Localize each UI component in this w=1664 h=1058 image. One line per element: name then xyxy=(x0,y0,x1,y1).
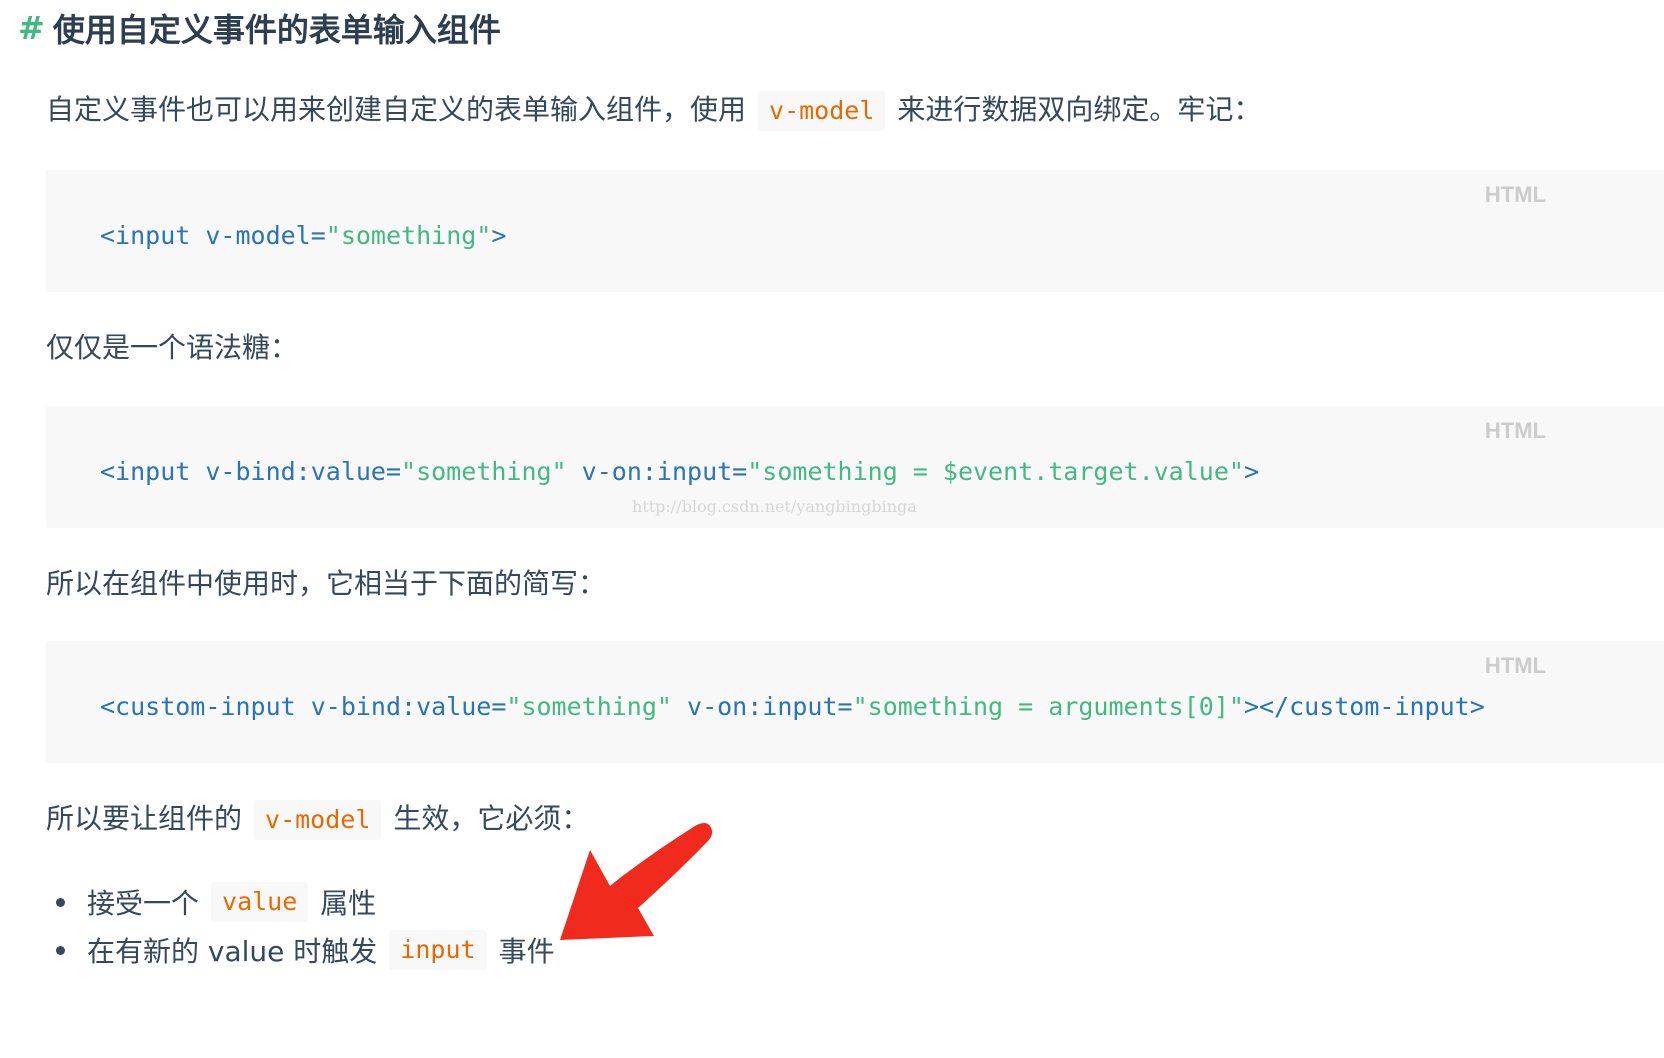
intro-paragraph: 自定义事件也可以用来创建自定义的表单输入组件，使用 v-model 来进行数据双向绑… xyxy=(46,88,1261,132)
code-tag-part: <input v-model= xyxy=(100,221,326,250)
list-item-text-after: 事件 xyxy=(498,935,555,968)
bullet-icon xyxy=(56,897,65,907)
bullet-icon xyxy=(56,945,65,955)
code-string-part: "something" xyxy=(401,457,567,486)
code-line: <custom-input v-bind:value="something" v… xyxy=(100,687,1485,727)
sugar-paragraph: 仅仅是一个语法糖： xyxy=(46,331,299,364)
code-tag-part: v-on:input= xyxy=(671,692,853,721)
list-item-text-before: 在有新的 value 时触发 xyxy=(87,935,378,968)
section-heading: # 使用自定义事件的表单输入组件 xyxy=(18,4,501,52)
code-string-part: "something = arguments[0]" xyxy=(852,692,1244,721)
watermark: http://blog.csdn.net/yangbingbinga xyxy=(632,497,917,516)
requirement-list: 接受一个 value 属性 在有新的 value 时触发 input 事件 xyxy=(56,878,555,974)
list-item-text-before: 接受一个 xyxy=(87,887,200,920)
code-string-part: "something" xyxy=(325,221,492,250)
code-string-part: "something" xyxy=(506,692,672,721)
intro-text-before: 自定义事件也可以用来创建自定义的表单输入组件，使用 xyxy=(46,93,747,126)
code-lang-label: HTML xyxy=(1484,418,1546,443)
code-tag-part: <input v-bind:value= xyxy=(100,457,402,486)
code-line: <input v-model="something"> xyxy=(100,216,506,256)
list-item-inline-code: value xyxy=(211,882,309,922)
shorthand-paragraph: 所以在组件中使用时，它相当于下面的简写： xyxy=(46,567,607,600)
code-string-part: "something = $event.target.value" xyxy=(747,457,1244,486)
requirement-paragraph: 所以要让组件的 v-model 生效，它必须： xyxy=(46,797,589,841)
code-block-custom-input: HTML <custom-input v-bind:value="somethi… xyxy=(46,641,1664,763)
intro-inline-code: v-model xyxy=(758,91,886,131)
red-arrow-icon xyxy=(560,822,713,940)
code-tag-part: <custom-input v-bind:value= xyxy=(100,692,507,721)
requirement-inline-code: v-model xyxy=(254,800,382,840)
code-lang-label: HTML xyxy=(1484,653,1546,678)
list-item-text-after: 属性 xyxy=(320,887,377,920)
list-item-inline-code: input xyxy=(389,930,487,970)
heading-anchor-link[interactable]: # xyxy=(18,9,45,47)
intro-text-after: 来进行数据双向绑定。牢记： xyxy=(897,93,1262,126)
list-item: 接受一个 value 属性 xyxy=(56,878,555,926)
code-tag-part: ></custom-input> xyxy=(1243,692,1485,721)
code-block-v-model: HTML <input v-model="something"> xyxy=(46,170,1664,292)
code-line: <input v-bind:value="something" v-on:inp… xyxy=(100,452,1259,492)
code-tag-part: > xyxy=(491,221,507,250)
code-lang-label: HTML xyxy=(1484,182,1546,207)
heading-title: 使用自定义事件的表单输入组件 xyxy=(52,11,501,49)
requirement-text-before: 所以要让组件的 xyxy=(46,802,243,835)
list-item: 在有新的 value 时触发 input 事件 xyxy=(56,926,555,974)
code-tag-part: v-on:input= xyxy=(566,457,748,486)
code-tag-part: > xyxy=(1243,457,1259,486)
